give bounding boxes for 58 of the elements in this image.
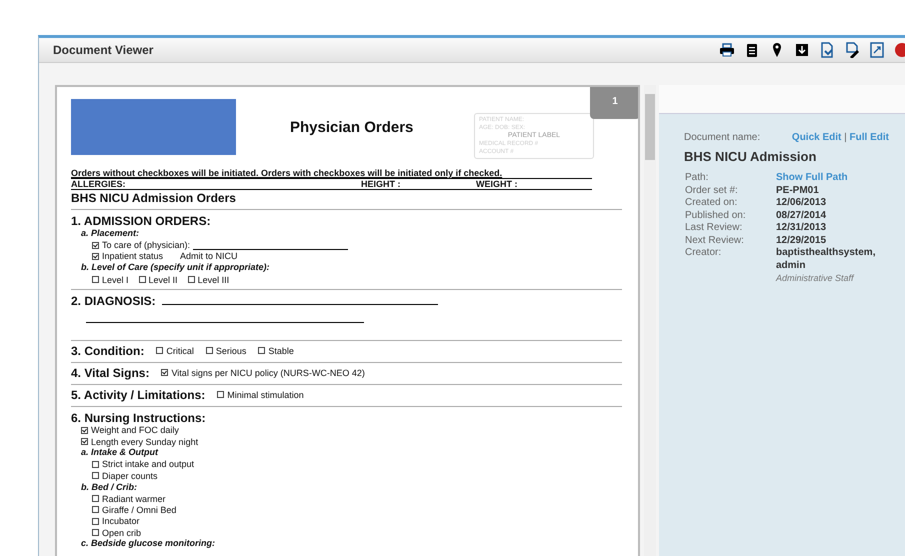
section-heading: 5. Activity / Limitations: (71, 388, 206, 402)
detail-label: Order set #: (685, 184, 739, 197)
creator-role: Administrative Staff (776, 272, 856, 284)
document-name: BHS NICU Admission (684, 149, 818, 164)
order-label: Level II (148, 274, 178, 285)
detail-value: 08/27/2014 (776, 210, 828, 222)
section-heading: 4. Vital Signs: (71, 366, 150, 380)
link-separator: | (844, 132, 847, 143)
order-note: Admit to NICU (180, 251, 238, 262)
detail-value: baptisthealthsystem, admin (776, 247, 876, 272)
order-label: Giraffe / Omni Bed (102, 504, 176, 515)
detail-label: Path: (685, 172, 710, 184)
subheading: a. Intake & Output (80, 447, 160, 459)
detail-label: Creator: (685, 247, 722, 260)
detail-value: 12/06/2013 (776, 197, 828, 210)
order-label: Open crib (102, 528, 142, 538)
detail-label: Published on: (685, 210, 747, 222)
field-label: ALLERGIES: (71, 179, 127, 189)
order-label: Minimal stimulation (227, 390, 304, 400)
detail-value: 12/31/2013 (776, 222, 828, 234)
section-heading: 6. Nursing Instructions: (71, 410, 207, 425)
section-heading: 3. Condition: (71, 344, 144, 358)
order-label: Critical (166, 346, 194, 356)
field-label: HEIGHT : (361, 179, 402, 189)
order-label: Serious (216, 346, 246, 356)
section-heading: 1. ADMISSION ORDERS: (71, 214, 212, 228)
order-label: Diaper counts (102, 470, 158, 481)
order-label: To care of (physician): (102, 240, 190, 250)
order-label: Vital signs per NICU policy (NURS-WC-NEO 42) (171, 368, 365, 378)
orders-title: BHS NICU Admission Orders (71, 191, 237, 205)
detail-label: Document name: (684, 132, 760, 143)
window-title: Document Viewer (53, 43, 154, 57)
order-label: Level I (102, 274, 129, 285)
edit-link[interactable]: Full Edit (850, 132, 889, 143)
order-label: Stable (268, 346, 294, 356)
page-number-badge: 1 (590, 87, 638, 119)
path-link[interactable]: Show Full Path (776, 172, 848, 184)
subheading: b. Bed / Crib: (80, 482, 138, 493)
order-label: Level III (198, 274, 230, 285)
edit-link[interactable]: Quick Edit (792, 132, 842, 143)
subheading: b. Level of Care (specify unit if appropriate): (80, 262, 271, 274)
section-heading: 2. DIAGNOSIS: (71, 294, 156, 308)
order-label: Incubator (102, 516, 140, 526)
subheading: c. Bedside glucose monitoring: (80, 538, 216, 550)
detail-value: PE-PM01 (776, 184, 820, 197)
subheading: a. Placement: (80, 228, 140, 240)
field-label: WEIGHT : (476, 179, 518, 189)
document-heading: Physician Orders (290, 119, 414, 136)
order-label: Weight and FOC daily (91, 425, 179, 436)
order-label: Strict intake and output (102, 459, 194, 470)
order-label: Radiant warmer (102, 494, 166, 504)
order-label: Inpatient status (102, 251, 164, 262)
detail-label: Last Review: (685, 222, 744, 234)
notice-text: Orders without checkboxes will be initiated. Orders with checkboxes will be initiated only if checked. (71, 168, 504, 178)
detail-label: Next Review: (685, 234, 745, 247)
detail-label: Created on: (685, 197, 738, 210)
order-label: Length every Sunday night (91, 436, 198, 447)
detail-value: 12/29/2015 (776, 234, 828, 247)
